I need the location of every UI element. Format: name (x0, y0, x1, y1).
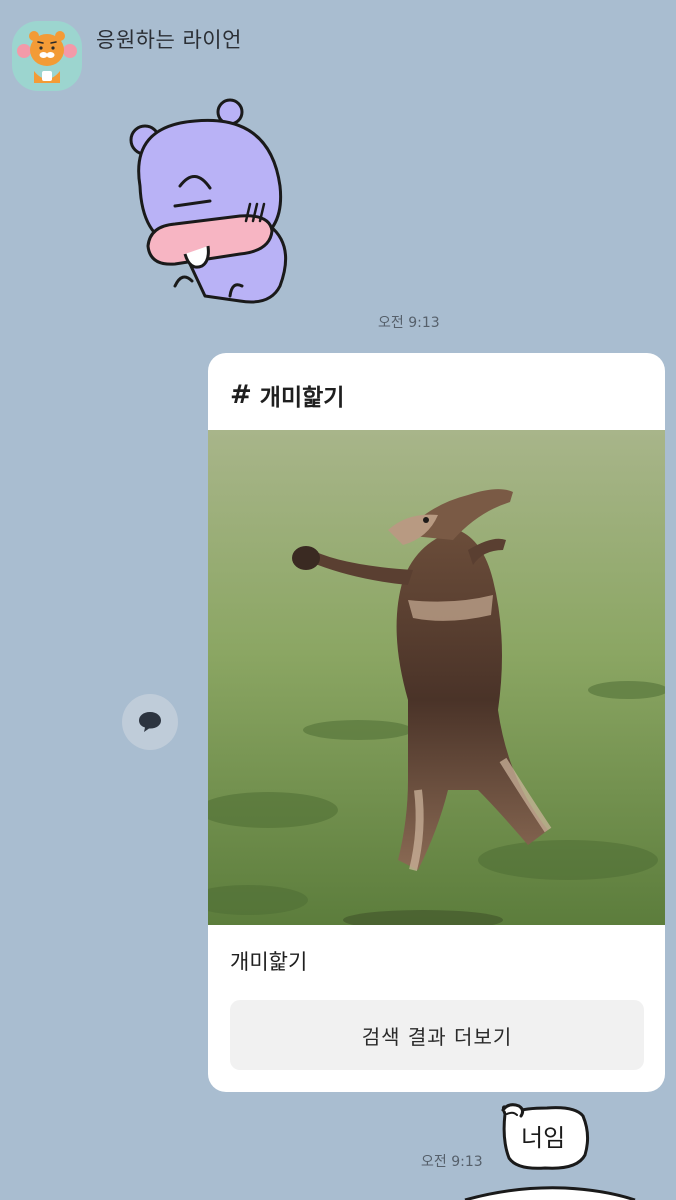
hashtag-icon: # (230, 380, 252, 410)
message-time: 오전 9:13 (421, 1154, 483, 1170)
chat-screen: 응원하는 라이언 오전 9:13 # 개미핥기 개미핥기 검색 결과 더보기 오… (0, 0, 676, 1200)
next-sticker-peek (464, 1186, 636, 1200)
search-tag: 개미핥기 (259, 385, 345, 411)
search-result-card[interactable]: # 개미핥기 개미핥기 검색 결과 더보기 (208, 353, 665, 1092)
message-time: 오전 9:13 (378, 315, 440, 331)
lion-cheering-avatar-icon (17, 31, 77, 83)
more-results-button[interactable]: 검색 결과 더보기 (230, 1000, 644, 1070)
anteater-photo[interactable] (208, 430, 665, 925)
hippo-sticker[interactable] (120, 96, 295, 306)
card-header: # 개미핥기 (230, 377, 344, 413)
profile-avatar[interactable] (12, 21, 82, 91)
card-caption: 개미핥기 (230, 950, 308, 974)
sender-name: 응원하는 라이언 (96, 28, 242, 52)
speech-bubble-icon (139, 712, 161, 732)
sticker-text: 너임 (521, 1124, 566, 1152)
share-button[interactable] (122, 694, 178, 750)
